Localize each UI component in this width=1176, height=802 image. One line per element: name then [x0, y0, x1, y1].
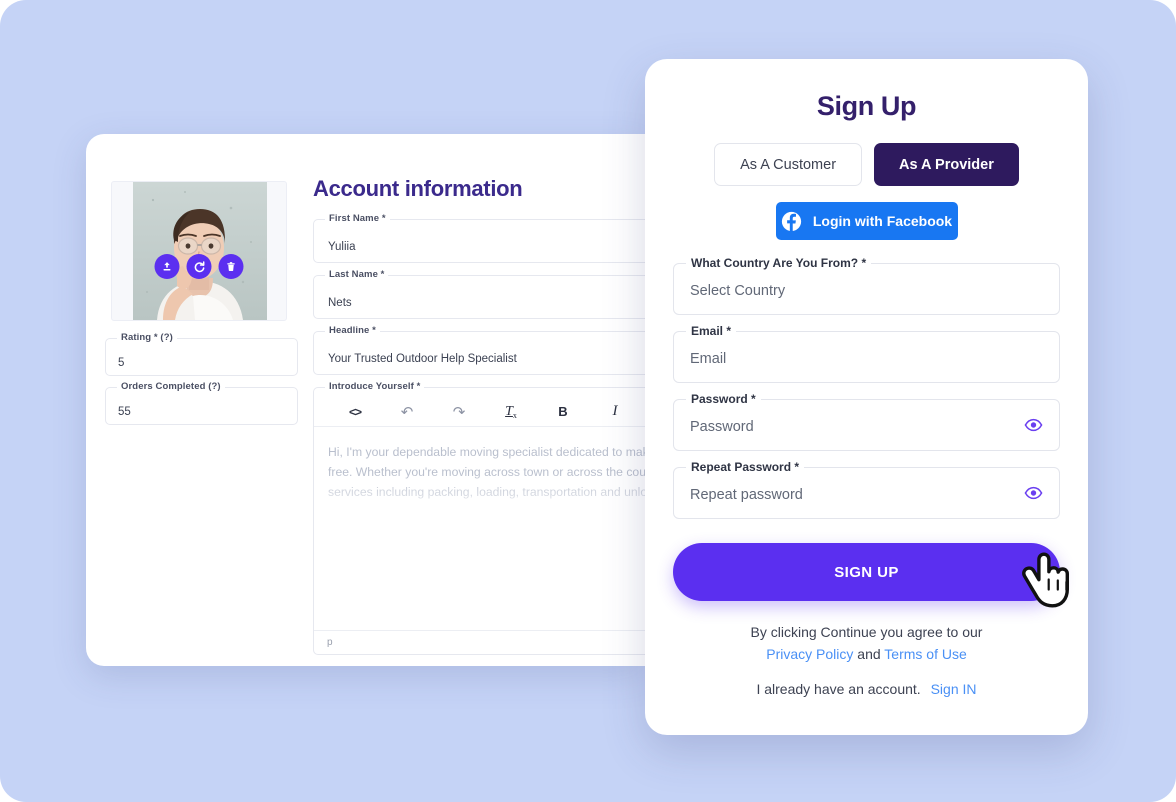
first-name-label: First Name *: [325, 213, 390, 224]
upload-photo-button[interactable]: [154, 254, 180, 279]
editor-toolbar: <> ↶ ↷ Tx B I: [314, 397, 646, 427]
page-title: Account information: [313, 176, 523, 201]
signup-card: Sign Up As A Customer As A Provider Logi…: [645, 59, 1088, 735]
password-placeholder: Password: [690, 419, 754, 435]
headline-value: Your Trusted Outdoor Help Specialist: [328, 353, 517, 365]
last-name-value: Nets: [328, 297, 352, 309]
account-information-card: Rating * (?) 5 Orders Completed (?) 55 A…: [86, 134, 646, 666]
last-name-field[interactable]: Last Name * Nets: [313, 269, 646, 319]
headline-label: Headline *: [325, 325, 380, 336]
editor-body[interactable]: Hi, I'm your dependable moving specialis…: [314, 427, 646, 632]
email-field[interactable]: Email * Email: [673, 324, 1060, 383]
role-tabs: As A Customer As A Provider: [645, 143, 1088, 186]
toggle-repeat-password-visibility-icon[interactable]: [1024, 484, 1043, 503]
avatar: [111, 181, 287, 321]
repeat-password-placeholder: Repeat password: [690, 487, 803, 503]
rotate-photo-button[interactable]: [186, 254, 212, 279]
existing-account-row: I already have an account. Sign IN: [645, 681, 1088, 697]
signup-submit-button[interactable]: SIGN UP: [673, 543, 1069, 608]
orders-completed-label: Orders Completed (?): [117, 381, 225, 392]
remove-format-button[interactable]: Tx: [485, 404, 537, 420]
facebook-button-label: Login with Facebook: [812, 213, 953, 229]
tab-as-a-provider[interactable]: As A Provider: [874, 143, 1019, 186]
undo-button[interactable]: ↶: [381, 403, 433, 421]
delete-photo-button[interactable]: [218, 254, 244, 279]
rating-field[interactable]: Rating * (?) 5: [105, 332, 298, 376]
page-backdrop: Rating * (?) 5 Orders Completed (?) 55 A…: [0, 0, 1176, 802]
repeat-password-label: Repeat Password *: [686, 460, 805, 474]
privacy-policy-link[interactable]: Privacy Policy: [766, 646, 853, 662]
signup-form: What Country Are You From? * Select Coun…: [673, 256, 1060, 519]
upload-icon: [162, 261, 173, 272]
legal-line-2: Privacy Policy and Terms of Use: [645, 644, 1088, 665]
editor-status-bar: p: [314, 630, 646, 654]
rotate-icon: [193, 260, 205, 273]
repeat-password-field[interactable]: Repeat Password * Repeat password: [673, 460, 1060, 519]
screenshot-root: Rating * (?) 5 Orders Completed (?) 55 A…: [0, 0, 1176, 802]
introduce-yourself-editor[interactable]: Introduce Yourself * <> ↶ ↷ Tx B I Hi, I…: [313, 381, 646, 655]
source-code-button[interactable]: <>: [329, 405, 381, 419]
legal-and-word: and: [857, 646, 881, 662]
rating-label: Rating * (?): [117, 332, 177, 343]
tab-as-a-customer[interactable]: As A Customer: [714, 143, 863, 186]
first-name-value: Yuliia: [328, 241, 356, 253]
italic-button[interactable]: I: [589, 403, 641, 420]
country-label: What Country Are You From? *: [686, 256, 872, 270]
account-form: Account information First Name * Yuliia …: [313, 176, 646, 655]
legal-text: By clicking Continue you agree to our Pr…: [645, 622, 1088, 665]
facebook-icon: [781, 211, 802, 232]
first-name-field[interactable]: First Name * Yuliia: [313, 213, 646, 263]
orders-completed-value: 55: [118, 406, 131, 418]
terms-of-use-link[interactable]: Terms of Use: [884, 646, 966, 662]
legal-line-1: By clicking Continue you agree to our: [750, 624, 983, 640]
bold-button[interactable]: B: [537, 404, 589, 419]
avatar-image: [133, 182, 267, 320]
avatar-action-buttons: [154, 254, 244, 279]
email-label: Email *: [686, 324, 737, 338]
rating-value: 5: [118, 357, 125, 369]
password-field[interactable]: Password * Password: [673, 392, 1060, 451]
trash-icon: [226, 261, 237, 272]
orders-completed-field[interactable]: Orders Completed (?) 55: [105, 381, 298, 425]
country-select[interactable]: What Country Are You From? * Select Coun…: [673, 256, 1060, 315]
introduce-yourself-label: Introduce Yourself *: [325, 381, 425, 392]
redo-button[interactable]: ↷: [433, 403, 485, 421]
password-label: Password *: [686, 392, 761, 406]
signup-title: Sign Up: [816, 91, 917, 121]
signup-submit-label: SIGN UP: [834, 563, 899, 581]
profile-sidebar: Rating * (?) 5 Orders Completed (?) 55: [105, 181, 298, 425]
country-value: Select Country: [690, 283, 786, 299]
email-placeholder: Email: [690, 351, 727, 367]
login-with-facebook-button[interactable]: Login with Facebook: [775, 202, 958, 240]
sign-in-link[interactable]: Sign IN: [931, 681, 977, 697]
toggle-password-visibility-icon[interactable]: [1024, 416, 1043, 435]
last-name-label: Last Name *: [325, 269, 389, 280]
hand-cursor-icon: [1012, 549, 1072, 611]
existing-account-text: I already have an account.: [756, 681, 921, 697]
editor-placeholder: Hi, I'm your dependable moving specialis…: [328, 445, 646, 499]
headline-field[interactable]: Headline * Your Trusted Outdoor Help Spe…: [313, 325, 646, 375]
